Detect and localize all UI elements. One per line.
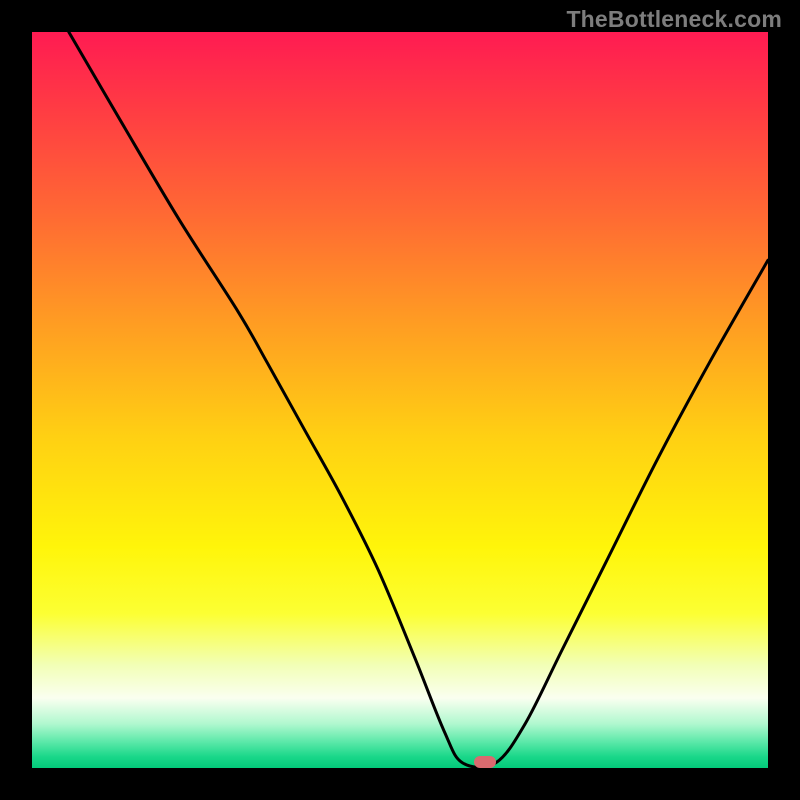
watermark-text: TheBottleneck.com — [566, 6, 782, 33]
optimal-marker — [474, 756, 496, 768]
plot-area — [32, 32, 768, 768]
chart-container: TheBottleneck.com — [0, 0, 800, 800]
gradient-background — [32, 32, 768, 768]
